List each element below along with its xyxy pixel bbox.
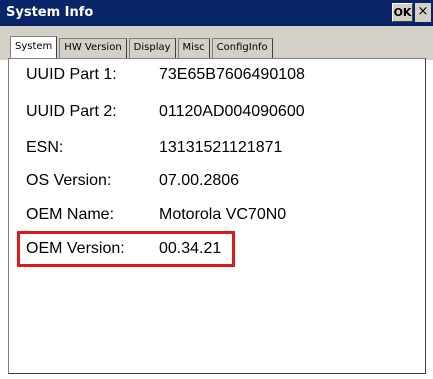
info-label: OS Version: bbox=[26, 172, 112, 189]
info-value: 13131521121871 bbox=[159, 139, 283, 156]
ok-button[interactable]: OK bbox=[392, 3, 413, 22]
window-title: System Info bbox=[6, 5, 94, 20]
info-label: ESN: bbox=[26, 139, 64, 156]
tab-misc[interactable]: Misc bbox=[177, 38, 210, 58]
tab-system[interactable]: System bbox=[10, 36, 58, 58]
tab-configinfo[interactable]: ConfigInfo bbox=[211, 38, 273, 58]
info-value: 07.00.2806 bbox=[159, 172, 240, 189]
close-icon[interactable]: × bbox=[415, 3, 431, 22]
info-label: UUID Part 2: bbox=[26, 103, 117, 120]
info-label: UUID Part 1: bbox=[26, 66, 117, 83]
title-bar: System Info OK × bbox=[0, 0, 433, 26]
tab-hw-version[interactable]: HW Version bbox=[59, 38, 127, 58]
info-value: 73E65B7606490108 bbox=[159, 66, 305, 83]
info-value: Motorola VC70N0 bbox=[159, 206, 287, 223]
info-label: OEM Name: bbox=[26, 206, 115, 223]
info-value: 01120AD004090600 bbox=[159, 103, 305, 120]
tab-list: System HW Version Display Misc ConfigInf… bbox=[10, 36, 275, 58]
tab-strip: System HW Version Display Misc ConfigInf… bbox=[0, 26, 433, 60]
highlight-box bbox=[17, 231, 235, 267]
tab-display[interactable]: Display bbox=[128, 38, 176, 58]
